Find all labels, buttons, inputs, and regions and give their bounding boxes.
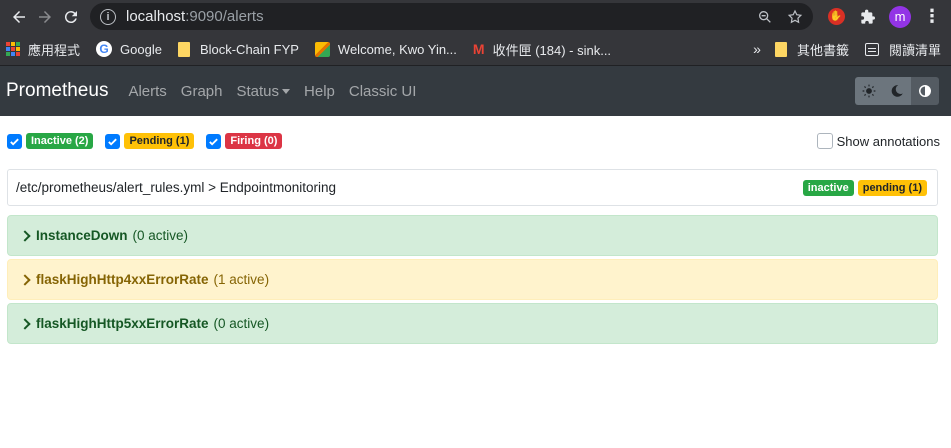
back-icon[interactable] [6,4,32,30]
prometheus-navbar: Prometheus Alerts Graph Status Help Clas… [0,66,951,116]
caret-down-icon [282,89,291,94]
checkbox-checked-icon[interactable] [105,133,121,149]
light-theme-icon[interactable] [855,77,883,105]
apps-grid-icon [6,42,20,56]
browser-toolbar: i localhost:9090/alerts ✋ m ⋮ [0,0,951,33]
google-icon: G [96,41,113,57]
rule-group-header: /etc/prometheus/alert_rules.yml > Endpoi… [7,169,938,206]
bookmark-label: Block-Chain FYP [199,41,299,57]
rule-active-count: (0 active) [213,316,270,331]
nav-classic-ui[interactable]: Classic UI [349,83,417,100]
bookmarks-overflow-icon[interactable]: » [753,41,761,57]
firing-badge: Firing (0) [225,133,283,149]
bookmark-label: Google [120,41,162,57]
show-annotations-toggle[interactable]: Show annotations [816,133,940,149]
site-info-icon[interactable]: i [100,8,116,25]
bookmark-label: 應用程式 [28,42,81,58]
theme-toggle [855,77,939,105]
inactive-badge: Inactive (2) [26,133,94,149]
forward-icon[interactable] [32,4,58,30]
bookmarks-bar: 應用程式 G Google Block-Chain FYP Welcome, K… [0,33,951,66]
bookmark-label: Welcome, Kwo Yin... [337,41,457,57]
rule-name: InstanceDown [36,228,128,243]
checkbox-checked-icon[interactable] [206,133,222,149]
bookmark-gmail[interactable]: M 收件匣 (184) - sink... [473,40,611,59]
auto-theme-icon[interactable] [911,77,939,105]
rule-file-path: /etc/prometheus/alert_rules.yml > Endpoi… [16,180,337,195]
reading-list-icon [864,42,879,56]
rule-name: flaskHighHttp5xxErrorRate [36,316,209,331]
dark-theme-icon[interactable] [883,77,911,105]
url-path: :9090/alerts [185,8,264,25]
state-filters: Inactive (2) Pending (1) Firing (0) Show… [7,133,940,149]
bookmark-welcome[interactable]: Welcome, Kwo Yin... [314,41,457,57]
gmail-icon: M [472,41,485,57]
folder-icon [774,41,787,57]
group-inactive-badge: inactive [802,179,854,196]
checkbox-checked-icon[interactable] [7,133,22,149]
chevron-right-icon [19,317,31,330]
address-bar[interactable]: i localhost:9090/alerts [90,3,813,30]
nav-alerts[interactable]: Alerts [128,83,166,100]
other-bookmarks-label: 其他書籤 [796,42,849,58]
url-host: localhost [126,8,186,25]
alerts-page: Inactive (2) Pending (1) Firing (0) Show… [0,116,951,344]
nav-status[interactable]: Status [237,83,291,100]
nav-graph[interactable]: Graph [181,83,223,100]
alert-rule-5xx[interactable]: flaskHighHttp5xxErrorRate (0 active) [7,303,938,344]
profile-avatar[interactable]: m [887,4,913,30]
nav-status-label: Status [236,82,280,100]
brand[interactable]: Prometheus [6,80,108,102]
reload-icon[interactable] [58,4,84,30]
bookmark-label: 收件匣 (184) - sink... [492,42,612,58]
extensions-puzzle-icon[interactable] [855,4,881,30]
rule-active-count: (0 active) [132,228,189,243]
bookmark-google[interactable]: G Google [96,41,162,57]
filter-inactive[interactable]: Inactive (2) [7,133,94,149]
bookmark-star-icon[interactable] [787,9,803,25]
group-pending-badge: pending (1) [857,179,927,196]
checkbox-unchecked-icon[interactable] [816,133,833,149]
nav-help[interactable]: Help [304,83,335,100]
folder-icon [177,41,190,57]
browser-menu-icon[interactable]: ⋮ [919,4,945,30]
bookmark-apps[interactable]: 應用程式 [6,40,80,59]
extension-adblock-icon[interactable]: ✋ [823,4,849,30]
bookmark-other[interactable]: 其他書籤 [774,40,849,59]
alert-rule-instancedown[interactable]: InstanceDown (0 active) [7,215,938,256]
chevron-right-icon [19,229,31,242]
filter-firing[interactable]: Firing (0) [206,133,283,149]
pencil-icon [314,41,330,57]
alert-rule-4xx[interactable]: flaskHighHttp4xxErrorRate (1 active) [7,259,938,300]
bookmark-blockchain[interactable]: Block-Chain FYP [177,41,299,57]
rule-name: flaskHighHttp4xxErrorRate [36,272,209,287]
reading-list[interactable]: 閱讀清單 [864,40,941,59]
chevron-right-icon [19,273,31,286]
rule-active-count: (1 active) [213,272,270,287]
filter-pending[interactable]: Pending (1) [105,133,195,149]
reading-list-label: 閱讀清單 [888,42,941,58]
pending-badge: Pending (1) [124,133,195,149]
show-annotations-label: Show annotations [836,133,940,149]
zoom-icon[interactable] [757,9,773,25]
